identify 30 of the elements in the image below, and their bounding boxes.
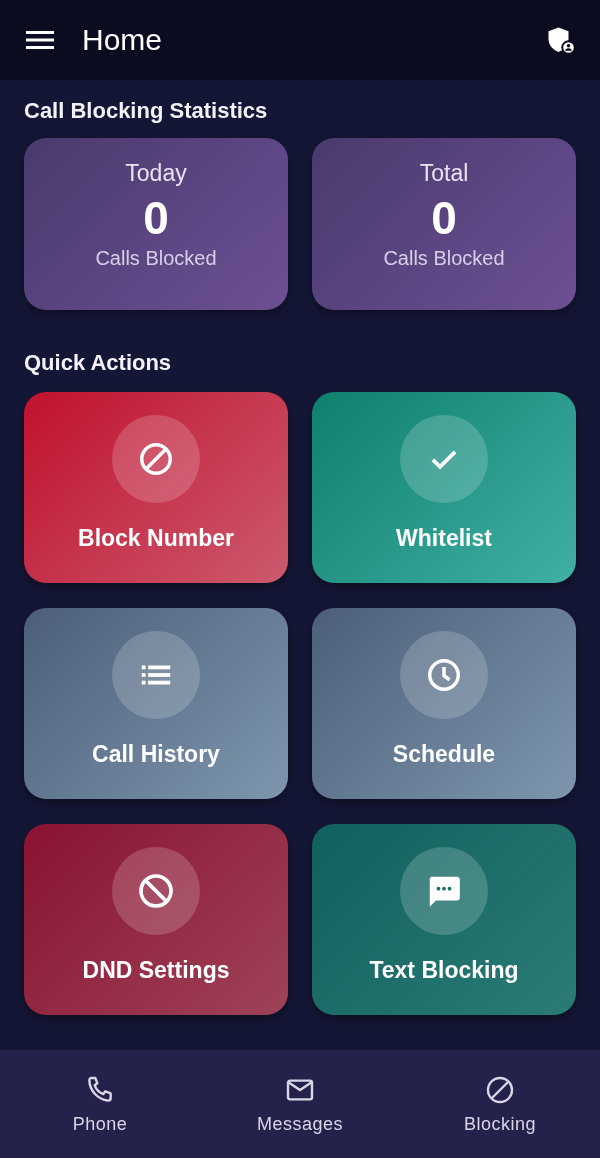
stat-period: Total bbox=[419, 160, 469, 187]
stat-count: 0 bbox=[431, 191, 457, 245]
screen-title: Home bbox=[82, 23, 164, 57]
block-icon bbox=[484, 1074, 516, 1106]
stat-count: 0 bbox=[143, 191, 169, 245]
stat-caption: Calls Blocked bbox=[383, 247, 505, 270]
action-label: Call History bbox=[92, 741, 220, 768]
section-heading: Quick Actions bbox=[24, 350, 172, 375]
menu-icon[interactable] bbox=[26, 30, 54, 50]
block-icon bbox=[137, 440, 175, 478]
action-label: Whitelist bbox=[396, 525, 492, 552]
clock-icon bbox=[425, 656, 463, 694]
quick-action-card[interactable]: Block Number bbox=[24, 392, 288, 583]
shield-icon[interactable] bbox=[546, 25, 576, 55]
stat-caption: Calls Blocked bbox=[95, 247, 217, 270]
nav-tab[interactable]: Blocking bbox=[400, 1050, 600, 1158]
no-entry-icon bbox=[136, 871, 176, 911]
nav-tab[interactable]: Phone bbox=[0, 1050, 200, 1158]
section-heading: Call Blocking Statistics bbox=[24, 98, 268, 123]
nav-tab[interactable]: Messages bbox=[200, 1050, 400, 1158]
quick-action-card[interactable]: Schedule bbox=[312, 608, 576, 799]
quick-action-card[interactable]: Whitelist bbox=[312, 392, 576, 583]
quick-action-card[interactable]: Call History bbox=[24, 608, 288, 799]
quick-action-card[interactable]: DND Settings bbox=[24, 824, 288, 1015]
action-label: DND Settings bbox=[82, 957, 230, 984]
action-label: Text Blocking bbox=[369, 957, 519, 984]
action-label: Block Number bbox=[78, 525, 234, 552]
action-label: Schedule bbox=[392, 741, 496, 768]
stat-period: Today bbox=[125, 160, 187, 187]
quick-action-card[interactable]: Text Blocking bbox=[312, 824, 576, 1015]
